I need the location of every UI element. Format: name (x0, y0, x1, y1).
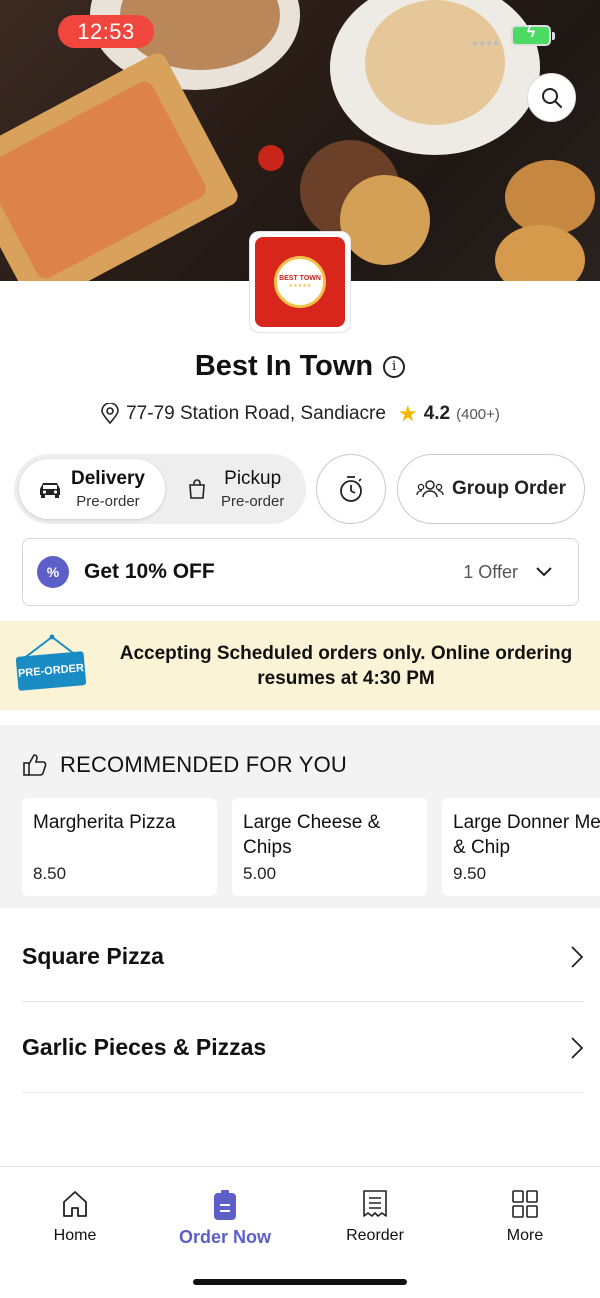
signal-icon: ●●●● (472, 38, 501, 49)
search-button[interactable] (527, 73, 576, 122)
thumbs-up-icon (23, 754, 47, 776)
category-name: Garlic Pieces & Pizzas (22, 1034, 267, 1060)
chevron-right-icon (571, 945, 584, 968)
preorder-sign-icon: PRE-ORDER (15, 651, 87, 691)
rating-count: (400+) (456, 405, 500, 423)
car-icon (40, 483, 60, 498)
logo-text: BEST TOWN (279, 275, 321, 282)
battery-icon: ϟ (511, 24, 555, 46)
schedule-button[interactable] (316, 454, 386, 524)
nav-more-label: More (506, 1227, 544, 1244)
item-name: Large Donner Meat & Chip (453, 810, 600, 862)
pickup-label: Pickup (224, 468, 282, 489)
info-icon[interactable]: i (383, 355, 406, 378)
nav-home-label: Home (53, 1227, 97, 1244)
order-icon (214, 1190, 236, 1220)
group-order-button[interactable]: Group Order (397, 454, 585, 524)
category-row[interactable]: Garlic Pieces & Pizzas (22, 1003, 584, 1093)
pickup-option[interactable]: Pickup Pre-order (169, 459, 301, 519)
banner-message: Accepting Scheduled orders only. Online … (119, 643, 573, 689)
group-icon (416, 480, 444, 498)
item-price: 9.50 (453, 864, 487, 883)
category-name: Square Pizza (22, 943, 164, 969)
recommended-section: RECOMMENDED FOR YOU Margherita Pizza 8.5… (0, 725, 600, 908)
grid-icon (512, 1190, 538, 1218)
search-icon (541, 87, 562, 108)
offer-title: Get 10% OFF (84, 560, 215, 583)
status-time: 12:53 (58, 15, 154, 48)
chevron-right-icon (571, 1036, 584, 1059)
offer-count: 1 Offer (463, 561, 518, 582)
item-price: 8.50 (33, 864, 67, 883)
item-name-text: Large Donner Meat & Chip (453, 812, 600, 858)
recommended-title: RECOMMENDED FOR YOU (60, 752, 347, 777)
rating-value: 4.2 (423, 403, 451, 424)
home-icon (63, 1191, 87, 1217)
nav-reorder[interactable]: Reorder (300, 1189, 450, 1245)
restaurant-address: 77-79 Station Road, Sandiacre (126, 403, 386, 424)
star-icon: ★ (397, 401, 418, 426)
recommended-card[interactable]: Large Donner Meat & Chip 9.50 (442, 798, 600, 896)
offer-panel[interactable]: % Get 10% OFF 1 Offer (22, 538, 579, 606)
location-pin-icon (101, 403, 119, 425)
discount-badge-icon: % (37, 556, 69, 588)
restaurant-logo: BEST TOWN ★★★★★ (249, 231, 351, 333)
timer-icon (340, 476, 362, 502)
receipt-icon (363, 1190, 387, 1217)
nav-reorder-label: Reorder (346, 1227, 404, 1244)
nav-order-now[interactable]: Order Now (150, 1189, 300, 1248)
order-mode-toggle: Delivery Pre-order Pickup Pre-order (14, 454, 306, 524)
preorder-banner: PRE-ORDER Accepting Scheduled orders onl… (0, 621, 600, 710)
recommended-card[interactable]: Margherita Pizza 8.50 (22, 798, 217, 896)
shopping-bag-icon (189, 479, 205, 499)
nav-more[interactable]: More (450, 1189, 600, 1245)
item-name: Margherita Pizza (33, 812, 176, 833)
delivery-sub: Pre-order (76, 493, 140, 510)
nav-home[interactable]: Home (0, 1189, 150, 1245)
delivery-label: Delivery (71, 468, 145, 489)
item-name: Large Cheese & Chips (243, 812, 381, 858)
category-row[interactable]: Square Pizza (22, 912, 584, 1002)
nav-order-now-label: Order Now (178, 1227, 271, 1247)
home-indicator (193, 1279, 407, 1285)
pickup-sub: Pre-order (221, 493, 285, 510)
restaurant-name: Best In Town (194, 350, 374, 382)
recommended-card[interactable]: Large Cheese & Chips 5.00 (232, 798, 427, 896)
delivery-option[interactable]: Delivery Pre-order (19, 459, 165, 519)
group-order-label: Group Order (451, 478, 566, 499)
item-price: 5.00 (243, 864, 277, 883)
chevron-down-icon (536, 567, 552, 577)
